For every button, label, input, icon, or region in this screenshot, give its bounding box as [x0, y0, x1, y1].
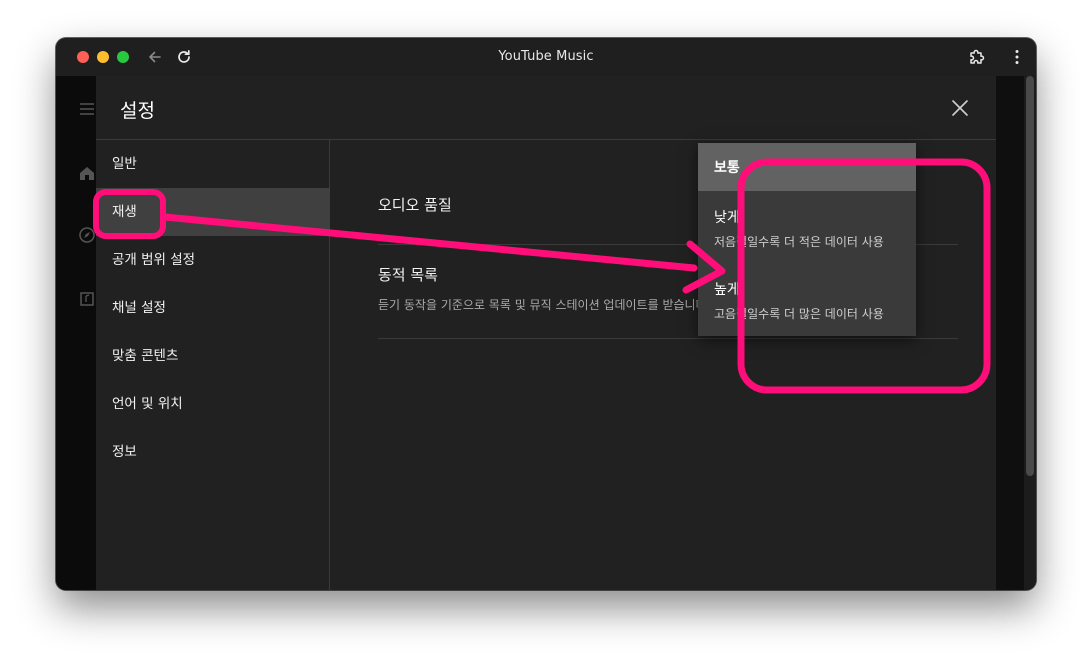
extension-icon[interactable] — [966, 46, 988, 68]
close-icon[interactable] — [950, 98, 970, 118]
title-bar: YouTube Music — [56, 38, 1036, 76]
dialog-header: 설정 — [96, 76, 996, 140]
sidebar-item-playback[interactable]: 재생 — [96, 188, 330, 236]
sidebar-item-language-location[interactable]: 언어 및 위치 — [96, 380, 330, 428]
window-title: YouTube Music — [498, 49, 594, 64]
scroll-thumb[interactable] — [1026, 76, 1034, 476]
audio-quality-option-low[interactable]: 낮게 저음질일수록 더 적은 데이터 사용 — [698, 197, 916, 263]
settings-sidebar: 일반 재생 공개 범위 설정 채널 설정 맞춤 콘텐츠 언어 및 위치 정보 — [96, 140, 330, 590]
sidebar-item-general[interactable]: 일반 — [96, 140, 330, 188]
sidebar-item-about[interactable]: 정보 — [96, 428, 330, 476]
option-label: 낮게 — [714, 210, 740, 226]
dynamic-list-label: 동적 목록 — [378, 266, 438, 284]
option-description: 저음질일수록 더 적은 데이터 사용 — [714, 235, 884, 249]
explore-icon[interactable] — [78, 226, 96, 244]
sidebar-item-privacy[interactable]: 공개 범위 설정 — [96, 236, 330, 284]
page-scrollbar[interactable] — [1024, 76, 1036, 590]
option-label: 높게 — [714, 282, 740, 298]
option-description: 고음질일수록 더 많은 데이터 사용 — [714, 307, 884, 321]
dialog-title: 설정 — [120, 100, 155, 122]
library-icon[interactable] — [78, 290, 96, 308]
home-icon[interactable] — [78, 164, 96, 182]
audio-quality-label: 오디오 품질 — [378, 196, 452, 214]
audio-quality-option-high[interactable]: 높게 고음질일수록 더 많은 데이터 사용 — [698, 269, 916, 335]
audio-quality-dropdown: 보통 낮게 저음질일수록 더 적은 데이터 사용 높게 고음질일수록 더 많은 … — [698, 143, 916, 336]
dynamic-list-description: 듣기 동작을 기준으로 목록 및 뮤직 스테이션 업데이트를 받습니다. — [378, 298, 711, 312]
option-label: 보통 — [714, 160, 740, 176]
more-vert-icon[interactable] — [1006, 46, 1028, 68]
audio-quality-option-normal[interactable]: 보통 — [698, 143, 916, 191]
menu-icon[interactable] — [78, 100, 96, 118]
sidebar-item-personalized-content[interactable]: 맞춤 콘텐츠 — [96, 332, 330, 380]
sidebar-item-channel[interactable]: 채널 설정 — [96, 284, 330, 332]
